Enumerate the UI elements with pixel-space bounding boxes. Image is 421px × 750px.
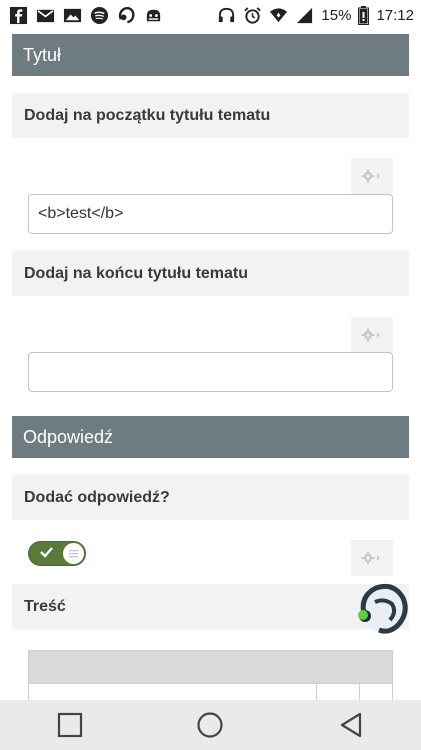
section-reply-text: Odpowiedź [23,426,114,447]
battery-icon [358,5,370,25]
recent-apps-button[interactable] [40,700,100,750]
section-header-reply: Odpowiedź [12,416,409,458]
prefix-input[interactable]: <b>test</b> [28,194,393,234]
gear-icon [361,551,380,565]
suffix-label-text: Dodaj na końcu tytułu tematu [24,264,249,282]
status-bar: 15% 17:12 [0,0,421,30]
teamspeak-overlay-icon[interactable] [352,580,410,638]
gallery-icon [63,8,82,22]
game-icon [146,9,161,21]
gmail-icon [36,9,55,22]
suffix-settings-button[interactable] [351,317,393,353]
field-label-prefix: Dodaj na początku tytułu tematu [12,93,409,138]
field-label-suffix: Dodaj na końcu tytułu tematu [12,251,409,296]
add-reply-label-text: Dodać odpowiedź? [24,488,170,506]
back-triangle-icon [340,712,361,738]
navigation-bar [0,700,421,750]
home-button[interactable] [180,700,240,750]
section-header-title: Tytuł [12,34,409,76]
notification-icons [9,6,163,25]
teamspeak-icon [118,6,135,23]
add-reply-settings-button[interactable] [351,540,393,576]
content-label-text: Treść [24,597,66,615]
check-icon [40,547,53,558]
suffix-input[interactable] [28,352,393,392]
toggle-knob [63,543,84,564]
add-reply-toggle[interactable] [28,541,86,566]
spotify-icon [90,6,109,24]
clock: 17:12 [376,6,414,24]
headphones-icon [219,7,235,22]
field-label-content: Treść [12,584,409,629]
gear-icon [361,328,380,342]
prefix-label-text: Dodaj na początku tytułu tematu [24,106,271,124]
section-title-text: Tytuł [23,44,62,65]
field-label-add-reply: Dodać odpowiedź? [12,475,409,520]
circle-icon [197,712,224,738]
editor-toolbar [28,650,393,684]
grip-lines-icon [69,550,78,558]
wifi-icon [270,7,288,22]
square-icon [58,712,83,738]
gear-icon [361,169,380,183]
back-button[interactable] [321,700,381,750]
battery-percent: 15% [321,6,352,24]
signal-icon [297,7,313,23]
prefix-settings-button[interactable] [351,158,393,194]
alarm-icon [244,6,262,24]
facebook-icon [9,6,28,24]
system-indicators: 15% 17:12 [217,0,414,30]
